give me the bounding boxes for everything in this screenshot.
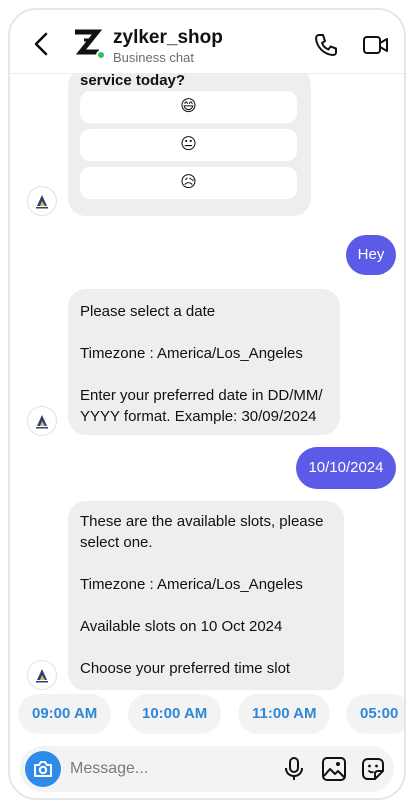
message-input[interactable] (70, 754, 220, 784)
message-composer (20, 746, 394, 792)
contact-subtitle: Business chat (113, 50, 194, 65)
brand-logo-icon[interactable] (70, 26, 106, 60)
message-text: select one. (80, 534, 153, 551)
message-text: Please select a date (80, 303, 216, 320)
chat-screen: zylker_shop Business chat service today?… (8, 8, 406, 800)
quick-reply-bar[interactable]: 09:00 AM 10:00 AM 11:00 AM 05:00 (10, 690, 404, 738)
chat-header: zylker_shop Business chat (10, 10, 404, 74)
video-icon[interactable] (362, 32, 390, 58)
quick-reply-0900[interactable]: 09:00 AM (18, 694, 112, 734)
message-list[interactable]: service today? 😄 😐 😥 Hey Please select a… (10, 74, 404, 690)
quick-reply-0500[interactable]: 05:00 (346, 694, 404, 734)
avatar (27, 660, 57, 690)
message-text: Timezone : America/Los_Angeles (80, 345, 303, 362)
online-status-dot (96, 50, 106, 60)
rating-question: service today? (80, 74, 186, 89)
back-icon[interactable] (30, 30, 54, 58)
rating-happy-button[interactable]: 😄 (80, 91, 297, 123)
slots-prompt-message: These are the available slots, please se… (68, 501, 344, 690)
message-text: Available slots on 10 Oct 2024 (80, 618, 283, 635)
camera-icon (34, 761, 52, 777)
rating-sad-button[interactable]: 😥 (80, 167, 297, 199)
user-message-hey: Hey (346, 235, 396, 275)
mic-icon[interactable] (283, 756, 305, 782)
rating-message: service today? 😄 😐 😥 (68, 74, 311, 216)
quick-reply-1100[interactable]: 11:00 AM (238, 694, 331, 734)
avatar (27, 186, 57, 216)
contact-name[interactable]: zylker_shop (113, 27, 223, 49)
date-prompt-message: Please select a date Timezone : America/… (68, 289, 340, 435)
camera-button[interactable] (25, 751, 61, 787)
message-text: Choose your preferred time slot (80, 660, 291, 677)
user-message-date: 10/10/2024 (296, 447, 396, 489)
rating-neutral-button[interactable]: 😐 (80, 129, 297, 161)
message-text: YYYY format. Example: 30/09/2024 (80, 408, 317, 425)
gallery-icon[interactable] (321, 756, 347, 782)
message-text: Timezone : America/Los_Angeles (80, 576, 303, 593)
message-text: Enter your preferred date in DD/MM/ (80, 387, 323, 404)
sticker-icon[interactable] (360, 756, 386, 782)
phone-icon[interactable] (313, 32, 339, 58)
avatar (27, 406, 57, 436)
quick-reply-1000[interactable]: 10:00 AM (128, 694, 222, 734)
message-text: These are the available slots, please (80, 513, 324, 530)
